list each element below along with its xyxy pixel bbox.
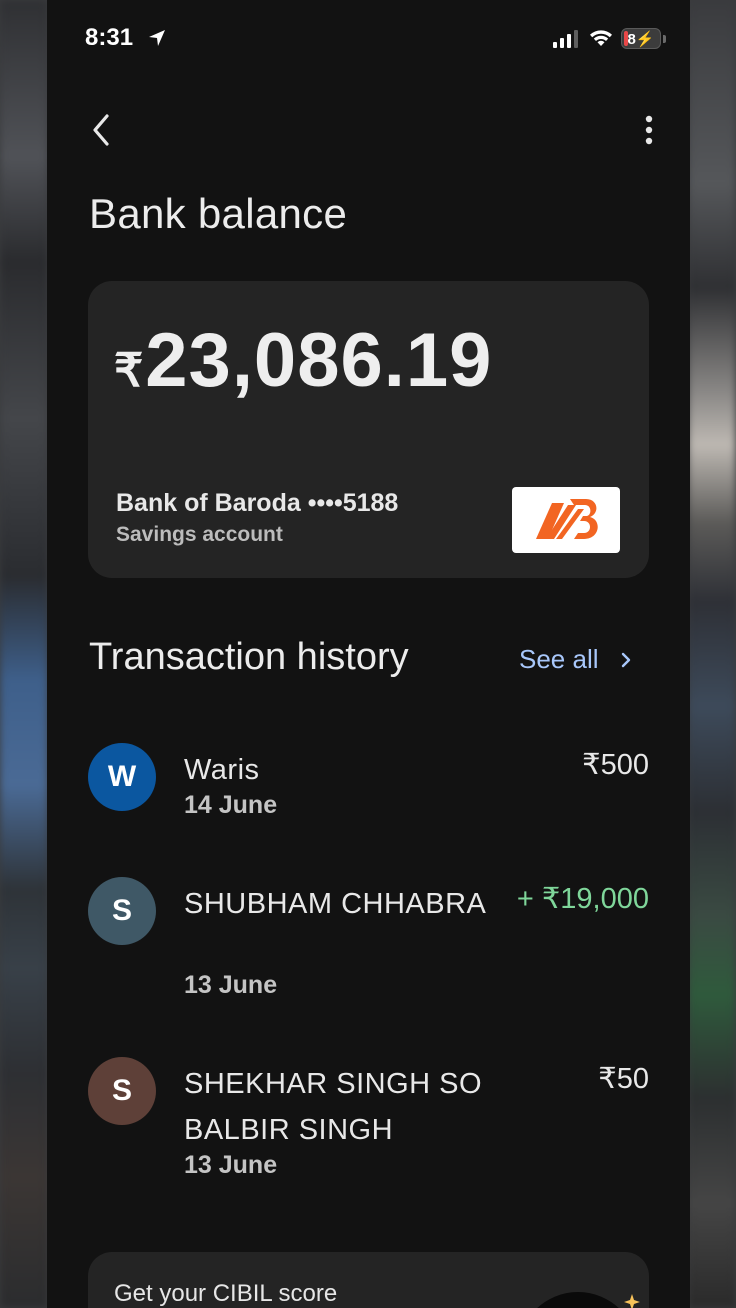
battery-cap xyxy=(663,35,666,43)
bank-of-baroda-logo xyxy=(512,487,620,553)
transaction-history-title: Transaction history xyxy=(89,636,409,678)
transaction-date: 13 June xyxy=(184,1151,278,1179)
battery-charging-icon: 8⚡ xyxy=(621,28,661,49)
transaction-name: SHUBHAM CHHABRA xyxy=(184,888,487,920)
transaction-date: 14 June xyxy=(184,791,278,819)
bank-account-name: Bank of Baroda ••••5188 xyxy=(116,489,399,517)
balance-value: 23,086.19 xyxy=(145,318,493,403)
more-vertical-icon xyxy=(645,115,653,145)
transaction-date: 13 June xyxy=(184,971,278,999)
transaction-name: SHEKHAR SINGH SO BALBIR SINGH xyxy=(184,1068,483,1146)
battery-percent: 8 xyxy=(627,31,636,48)
phone-screen: 8:31 8⚡ Bank balance ₹ 23,086.19 Bank of… xyxy=(47,0,690,1308)
background-right xyxy=(688,0,736,1308)
transaction-amount: + ₹19,000 xyxy=(516,883,649,915)
avatar: S xyxy=(88,877,156,945)
more-options-button[interactable] xyxy=(635,108,663,152)
status-bar: 8:31 8⚡ xyxy=(47,0,690,80)
transaction-amount: ₹500 xyxy=(582,749,649,781)
cibil-gauge-illustration xyxy=(537,1292,640,1308)
charging-bolt-icon: ⚡ xyxy=(635,31,655,48)
status-time: 8:31 xyxy=(85,24,134,51)
bank-logo-mark xyxy=(536,499,598,539)
avatar: S xyxy=(88,1057,156,1125)
balance-card: ₹ 23,086.19 Bank of Baroda ••••5188 Savi… xyxy=(88,281,649,578)
avatar: W xyxy=(88,743,156,811)
cibil-card-text: Get your CIBIL score xyxy=(114,1280,338,1307)
transaction-item-waris[interactable]: W Waris 14 June ₹500 xyxy=(88,743,649,833)
chevron-right-icon xyxy=(621,652,630,667)
account-type: Savings account xyxy=(116,523,283,546)
wifi-icon xyxy=(590,30,612,46)
background-left xyxy=(0,0,48,1308)
cibil-score-card[interactable]: Get your CIBIL score xyxy=(88,1252,649,1308)
location-arrow-icon xyxy=(149,30,165,46)
transaction-amount: ₹50 xyxy=(598,1063,649,1095)
page-title: Bank balance xyxy=(89,190,348,237)
currency-symbol: ₹ xyxy=(114,344,144,396)
transaction-name: Waris xyxy=(184,754,260,786)
balance-amount: ₹ 23,086.19 xyxy=(114,317,492,404)
back-button[interactable] xyxy=(85,108,119,152)
transaction-item-shubham-chhabra[interactable]: S SHUBHAM CHHABRA 13 June + ₹19,000 xyxy=(88,877,649,1007)
see-all-label: See all xyxy=(519,644,599,674)
chevron-left-icon xyxy=(93,114,109,146)
cellular-signal-icon xyxy=(553,30,578,48)
transaction-item-shekhar-singh[interactable]: S SHEKHAR SINGH SO BALBIR SINGH 13 June … xyxy=(88,1057,649,1187)
see-all-link[interactable]: See all xyxy=(519,644,633,675)
